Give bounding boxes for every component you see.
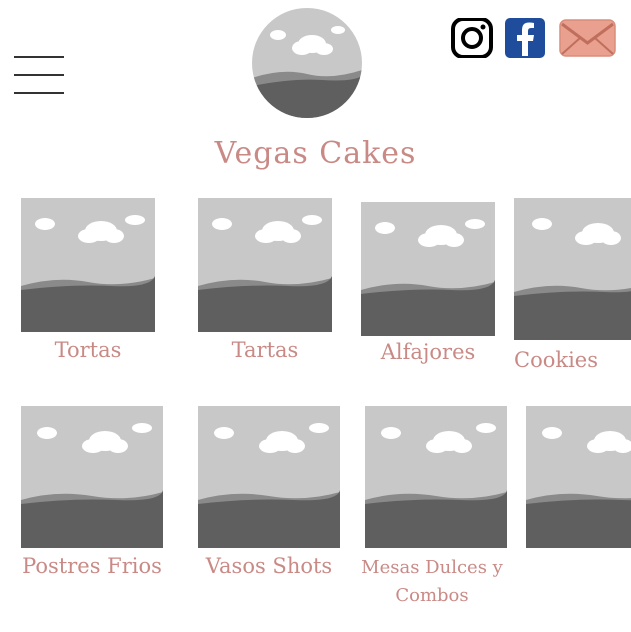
category-card-cookies[interactable]: Cookies bbox=[514, 198, 631, 378]
site-title[interactable]: Vegas Cakes bbox=[0, 136, 631, 171]
image-placeholder-icon bbox=[198, 198, 332, 332]
menu-line bbox=[14, 74, 64, 76]
mail-icon[interactable] bbox=[559, 18, 616, 58]
category-card-mesas-dulces[interactable]: Mesas Dulces y Combos bbox=[361, 406, 507, 616]
logo-image-placeholder-icon[interactable] bbox=[252, 8, 362, 118]
category-label: Cookies bbox=[514, 348, 598, 372]
category-card-postres-frios[interactable]: Postres Frios bbox=[21, 406, 163, 586]
category-card-tartas[interactable]: Tartas bbox=[198, 198, 332, 368]
image-placeholder-icon bbox=[514, 198, 631, 340]
image-placeholder-icon bbox=[365, 406, 507, 548]
image-placeholder-icon bbox=[361, 202, 495, 336]
image-placeholder-icon bbox=[21, 198, 155, 332]
category-label: Alfajores bbox=[380, 340, 476, 364]
category-label: Vasos Shots bbox=[205, 554, 333, 578]
menu-line bbox=[14, 92, 64, 94]
category-label: Tortas bbox=[54, 338, 122, 362]
instagram-icon[interactable] bbox=[451, 18, 493, 58]
category-label: Mesas Dulces y Combos bbox=[361, 557, 503, 606]
category-label: Postres Frios bbox=[22, 554, 162, 578]
category-label: Tartas bbox=[231, 338, 299, 362]
category-card-unlabeled[interactable] bbox=[526, 406, 631, 548]
facebook-icon[interactable] bbox=[505, 18, 545, 58]
category-card-alfajores[interactable]: Alfajores bbox=[361, 202, 495, 372]
menu-line bbox=[14, 56, 64, 58]
image-placeholder-icon bbox=[198, 406, 340, 548]
image-placeholder-icon bbox=[21, 406, 163, 548]
hamburger-menu-icon[interactable] bbox=[14, 56, 64, 94]
category-card-vasos-shots[interactable]: Vasos Shots bbox=[198, 406, 340, 586]
image-placeholder-icon bbox=[526, 406, 631, 548]
category-card-tortas[interactable]: Tortas bbox=[21, 198, 155, 368]
